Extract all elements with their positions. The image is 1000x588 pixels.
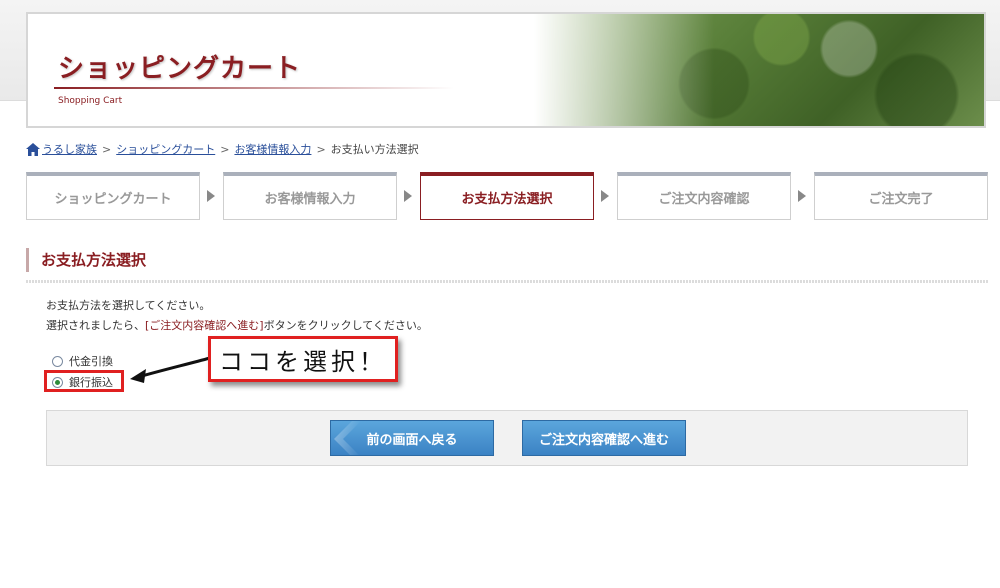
checkout-steps: ショッピングカート お客様情報入力 お支払方法選択 ご注文内容確認 ご注文完了 bbox=[26, 172, 988, 220]
back-button[interactable]: 前の画面へ戻る bbox=[330, 420, 494, 456]
button-panel: 前の画面へ戻る ご注文内容確認へ進む bbox=[46, 410, 968, 466]
chevron-left-icon bbox=[334, 421, 361, 455]
breadcrumb-separator: > bbox=[316, 142, 326, 156]
header-title: ショッピングカート bbox=[58, 54, 302, 84]
step-order-complete: ご注文完了 bbox=[814, 172, 988, 220]
step-arrow-icon bbox=[207, 190, 215, 202]
payment-option-label: 代金引換 bbox=[69, 355, 113, 368]
breadcrumb-home-link[interactable]: うるし家族 bbox=[42, 141, 97, 157]
back-button-label: 前の画面へ戻る bbox=[366, 432, 458, 448]
step-payment-method: お支払方法選択 bbox=[420, 172, 594, 220]
instruction-post: ボタンをクリックしてください。 bbox=[263, 319, 428, 332]
breadcrumb-customer-info-link[interactable]: お客様情報入力 bbox=[234, 141, 311, 157]
annotation-highlight-box bbox=[44, 370, 124, 392]
step-customer-info: お客様情報入力 bbox=[223, 172, 397, 220]
header-subtitle: Shopping Cart bbox=[58, 96, 123, 106]
section-divider bbox=[26, 280, 988, 283]
instruction-pre: 選択されましたら、 bbox=[46, 319, 145, 332]
breadcrumb-current: お支払い方法選択 bbox=[330, 143, 419, 156]
radio-cod[interactable] bbox=[52, 355, 63, 367]
confirm-order-button-label: ご注文内容確認へ進む bbox=[538, 432, 669, 448]
instruction-text-2: 選択されましたら、[ご注文内容確認へ進む]ボタンをクリックしてください。 bbox=[46, 317, 428, 333]
step-order-confirm: ご注文内容確認 bbox=[617, 172, 791, 220]
payment-option-cod[interactable]: 代金引換 bbox=[52, 353, 113, 369]
header-tree-image bbox=[534, 14, 984, 126]
header-underline bbox=[54, 87, 454, 89]
instruction-text: お支払方法を選択してください。 bbox=[46, 299, 211, 312]
section-heading: お支払方法選択 bbox=[26, 248, 146, 272]
step-arrow-icon bbox=[404, 190, 412, 202]
annotation-arrow-icon bbox=[130, 356, 211, 383]
instruction-highlight: [ご注文内容確認へ進む] bbox=[145, 319, 264, 332]
home-icon bbox=[26, 142, 40, 156]
step-shopping-cart: ショッピングカート bbox=[26, 172, 200, 220]
confirm-order-button[interactable]: ご注文内容確認へ進む bbox=[522, 420, 686, 456]
step-arrow-icon bbox=[601, 190, 609, 202]
page-header: ショッピングカート Shopping Cart bbox=[26, 12, 986, 128]
breadcrumb: うるし家族 > ショッピングカート > お客様情報入力 > お支払い方法選択 bbox=[26, 141, 419, 157]
step-arrow-icon bbox=[798, 190, 806, 202]
breadcrumb-separator: > bbox=[220, 142, 230, 156]
breadcrumb-separator: > bbox=[102, 142, 112, 156]
breadcrumb-cart-link[interactable]: ショッピングカート bbox=[116, 141, 215, 157]
annotation-callout: ココを選択！ bbox=[208, 336, 398, 382]
